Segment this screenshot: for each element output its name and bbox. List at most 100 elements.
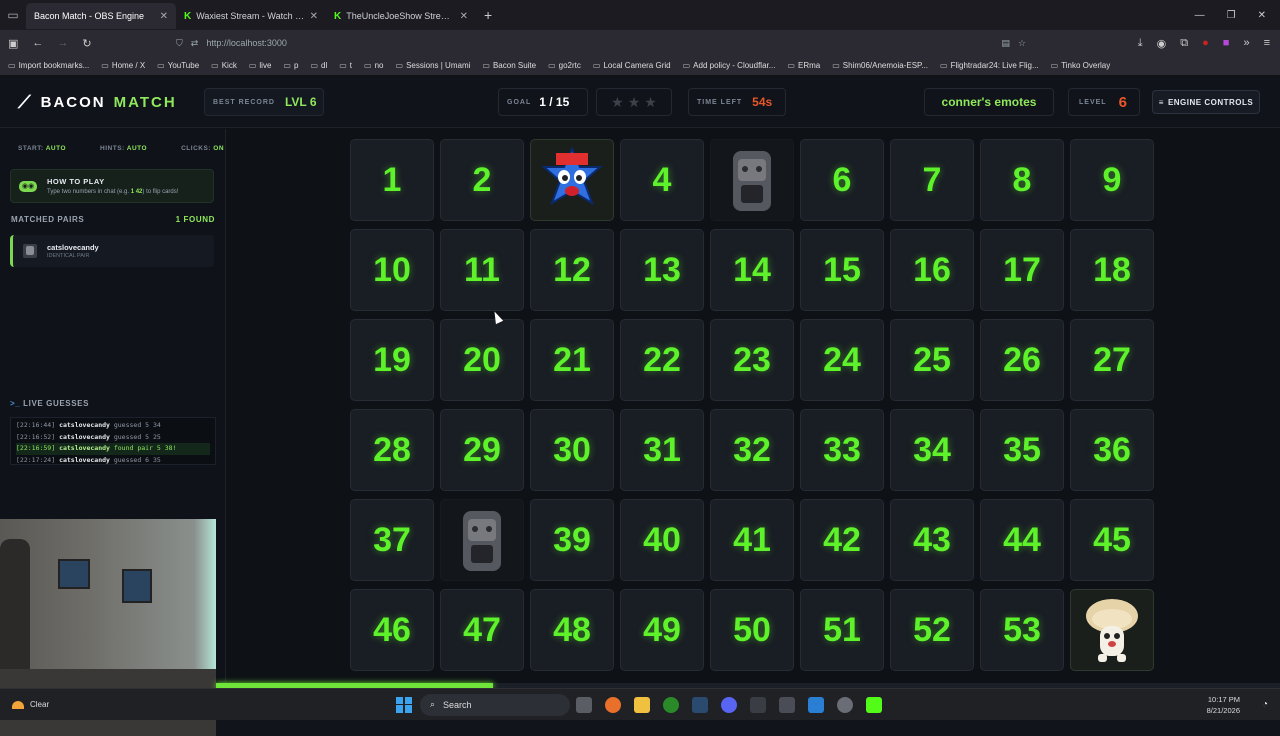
- card-number[interactable]: 47: [440, 589, 524, 671]
- address-bar[interactable]: ⛉ ⇄ http://localhost:3000 ▤ ☆: [176, 33, 1026, 53]
- ublock-icon[interactable]: ●: [1202, 37, 1209, 50]
- card-number[interactable]: 1: [350, 139, 434, 221]
- card-number[interactable]: 39: [530, 499, 614, 581]
- bookmark-item[interactable]: ▭ Bacon Suite: [482, 61, 536, 70]
- card-number[interactable]: 51: [800, 589, 884, 671]
- notification-icon[interactable]: ◔: [1262, 699, 1268, 710]
- card-number[interactable]: 36: [1070, 409, 1154, 491]
- bookmark-item[interactable]: ▭ Flightradar24: Live Flig...: [940, 61, 1039, 70]
- bookmark-item[interactable]: ▭ Add policy - Cloudflar...: [683, 61, 776, 70]
- clock[interactable]: 10:17 PM 8/21/2026: [1207, 694, 1240, 716]
- card-number[interactable]: 42: [800, 499, 884, 581]
- card-number[interactable]: 26: [980, 319, 1064, 401]
- bookmark-item[interactable]: ▭ live: [249, 61, 272, 70]
- bookmark-item[interactable]: ▭ Kick: [211, 61, 237, 70]
- card-number[interactable]: 2: [440, 139, 524, 221]
- reload-icon[interactable]: ↻: [82, 37, 91, 50]
- sidebar-toggle-icon[interactable]: ▣: [8, 37, 18, 50]
- card-number[interactable]: 41: [710, 499, 794, 581]
- obs-icon[interactable]: [837, 696, 853, 713]
- bookmark-item[interactable]: ▭ go2rtc: [548, 61, 581, 70]
- card-number[interactable]: 50: [710, 589, 794, 671]
- more-tools-icon[interactable]: »: [1243, 37, 1249, 50]
- card-number[interactable]: 24: [800, 319, 884, 401]
- card-number[interactable]: 15: [800, 229, 884, 311]
- download-icon[interactable]: ⤓: [1138, 37, 1143, 50]
- card-number[interactable]: 37: [350, 499, 434, 581]
- bookmark-item[interactable]: ▭ Home / X: [101, 61, 145, 70]
- card-number[interactable]: 27: [1070, 319, 1154, 401]
- new-tab-button[interactable]: +: [476, 7, 500, 23]
- card-number[interactable]: 16: [890, 229, 974, 311]
- bookmark-item[interactable]: ▭ YouTube: [157, 61, 199, 70]
- xbox-icon[interactable]: [663, 696, 679, 713]
- card-number[interactable]: 34: [890, 409, 974, 491]
- close-icon[interactable]: ✕: [310, 11, 318, 22]
- taskbar-search[interactable]: ⌕ Search: [420, 693, 570, 716]
- bookmark-item[interactable]: ▭ ERma: [787, 61, 820, 70]
- card-number[interactable]: 10: [350, 229, 434, 311]
- card-number[interactable]: 43: [890, 499, 974, 581]
- card-number[interactable]: 45: [1070, 499, 1154, 581]
- card-number[interactable]: 33: [800, 409, 884, 491]
- card-number[interactable]: 12: [530, 229, 614, 311]
- tab-waxiest[interactable]: K Waxiest Stream - Watch Live on ✕: [176, 3, 326, 29]
- vscode-icon[interactable]: [808, 696, 824, 713]
- card-number[interactable]: 8: [980, 139, 1064, 221]
- back-icon[interactable]: ←: [32, 37, 43, 49]
- card-number[interactable]: 11: [440, 229, 524, 311]
- bookmark-item[interactable]: ▭ t: [339, 61, 352, 70]
- tab-list-icon[interactable]: ▭: [0, 0, 26, 30]
- card-number[interactable]: 31: [620, 409, 704, 491]
- menu-icon[interactable]: ≡: [1264, 37, 1270, 50]
- card-number[interactable]: 48: [530, 589, 614, 671]
- bookmark-item[interactable]: ▭ Import bookmarks...: [8, 61, 89, 70]
- terminal-app-icon[interactable]: [750, 696, 766, 713]
- card-matched-emote[interactable]: [710, 139, 794, 221]
- bookmark-item[interactable]: ▭ Shim06/Anemoia-ESP...: [832, 61, 928, 70]
- card-number[interactable]: 18: [1070, 229, 1154, 311]
- start-button[interactable]: [396, 696, 412, 713]
- file-explorer-icon[interactable]: [634, 696, 650, 713]
- bookmark-star-icon[interactable]: ☆: [1018, 38, 1026, 49]
- card-number[interactable]: 19: [350, 319, 434, 401]
- bookmark-item[interactable]: ▭ Sessions | Umami: [396, 61, 471, 70]
- extensions-icon[interactable]: ⧉: [1180, 37, 1188, 50]
- card-number[interactable]: 17: [980, 229, 1064, 311]
- card-number[interactable]: 53: [980, 589, 1064, 671]
- card-number[interactable]: 4: [620, 139, 704, 221]
- steam-icon[interactable]: [692, 696, 708, 713]
- card-number[interactable]: 30: [530, 409, 614, 491]
- card-number[interactable]: 46: [350, 589, 434, 671]
- close-icon[interactable]: ✕: [460, 11, 468, 22]
- card-number[interactable]: 7: [890, 139, 974, 221]
- card-matched-emote[interactable]: [440, 499, 524, 581]
- card-number[interactable]: 21: [530, 319, 614, 401]
- card-number[interactable]: 6: [800, 139, 884, 221]
- card-number[interactable]: 32: [710, 409, 794, 491]
- bookmark-item[interactable]: ▭ dl: [310, 61, 327, 70]
- card-number[interactable]: 23: [710, 319, 794, 401]
- engine-controls-button[interactable]: ≡ ENGINE CONTROLS: [1152, 90, 1260, 114]
- task-view-icon[interactable]: [576, 696, 592, 713]
- card-number[interactable]: 13: [620, 229, 704, 311]
- maximize-icon[interactable]: ❐: [1227, 10, 1236, 21]
- bookmark-item[interactable]: ▭ no: [364, 61, 383, 70]
- live-guesses-log[interactable]: [22:16:44] catslovecandy guessed 5 34 [22…: [10, 417, 216, 465]
- reader-icon[interactable]: ▤: [1001, 38, 1010, 49]
- card-revealed-emote[interactable]: [1070, 589, 1154, 671]
- card-number[interactable]: 52: [890, 589, 974, 671]
- notepad-icon[interactable]: [779, 696, 795, 713]
- card-number[interactable]: 28: [350, 409, 434, 491]
- card-number[interactable]: 14: [710, 229, 794, 311]
- card-number[interactable]: 9: [1070, 139, 1154, 221]
- close-window-icon[interactable]: ✕: [1258, 10, 1266, 21]
- weather-widget[interactable]: Clear: [12, 700, 49, 709]
- minimize-icon[interactable]: —: [1195, 10, 1205, 21]
- extension-purple-icon[interactable]: ■: [1223, 37, 1230, 50]
- discord-icon[interactable]: [721, 696, 737, 713]
- firefox-icon[interactable]: [605, 696, 621, 713]
- close-icon[interactable]: ✕: [160, 11, 168, 22]
- forward-icon[interactable]: →: [57, 37, 68, 49]
- card-revealed-emote[interactable]: [530, 139, 614, 221]
